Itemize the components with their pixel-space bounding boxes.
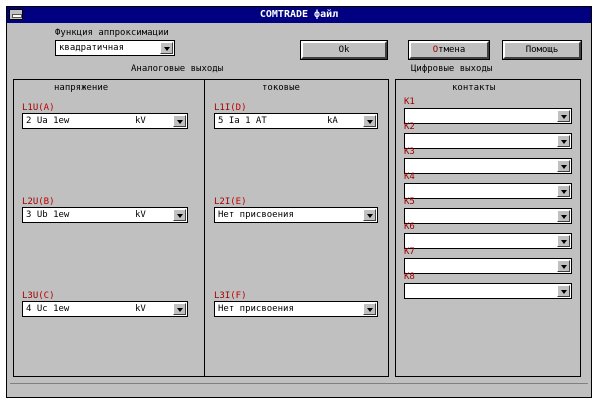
comtrade-dialog: COMTRADE файл Функция аппроксимации квад… bbox=[6, 6, 592, 398]
digital-outputs-heading: Цифровые выходы bbox=[411, 64, 493, 74]
l2u-value: 3 Ub 1ew bbox=[26, 210, 70, 220]
l1u-value: 2 Ua 1ew bbox=[26, 116, 70, 126]
status-bar bbox=[10, 383, 588, 395]
channel-label-l3u: L3U(C) bbox=[22, 291, 55, 301]
l1u-dropdown-icon[interactable] bbox=[173, 115, 186, 127]
channel-name: L2U bbox=[22, 197, 39, 207]
current-column-header: токовые bbox=[262, 83, 300, 93]
k3-select[interactable] bbox=[404, 158, 572, 174]
l3u-select[interactable]: 4 Uc 1ew kV bbox=[22, 301, 188, 317]
k1-select[interactable] bbox=[404, 108, 572, 124]
cancel-button[interactable]: Отмена bbox=[408, 40, 490, 60]
channel-key: (D) bbox=[230, 103, 247, 113]
l3i-value: Нет присвоения bbox=[218, 304, 294, 314]
ok-button[interactable]: Ok bbox=[300, 40, 388, 60]
l2i-select[interactable]: Нет присвоения bbox=[214, 207, 378, 223]
channel-name: L3U bbox=[22, 291, 39, 301]
k8-dropdown-icon[interactable] bbox=[557, 285, 570, 297]
channel-label-k8: K8 bbox=[404, 272, 415, 282]
l1i-dropdown-icon[interactable] bbox=[363, 115, 376, 127]
k5-select[interactable] bbox=[404, 208, 572, 224]
l1i-value: 5 Ia 1 AT bbox=[218, 116, 267, 126]
approx-label: Функция аппроксимации bbox=[55, 28, 169, 38]
window-title: COMTRADE файл bbox=[259, 9, 339, 20]
k6-select[interactable] bbox=[404, 233, 572, 249]
channel-label-k3: K3 bbox=[404, 147, 415, 157]
channel-label-k5: K5 bbox=[404, 197, 415, 207]
channel-label-k1: K1 bbox=[404, 97, 415, 107]
channel-label-k2: K2 bbox=[404, 122, 415, 132]
k2-select[interactable] bbox=[404, 133, 572, 149]
channel-name: L1I bbox=[214, 103, 231, 113]
approx-dropdown-icon[interactable] bbox=[160, 42, 173, 54]
l2u-dropdown-icon[interactable] bbox=[173, 209, 186, 221]
channel-name: L1U bbox=[22, 103, 39, 113]
channel-label-k7: K7 bbox=[404, 247, 415, 257]
k8-select[interactable] bbox=[404, 283, 572, 299]
system-menu-icon[interactable] bbox=[9, 9, 23, 20]
help-button-label: Помощь bbox=[525, 45, 559, 55]
k2-dropdown-icon[interactable] bbox=[557, 135, 570, 147]
channel-label-k6: K6 bbox=[404, 222, 415, 232]
channel-key: (A) bbox=[38, 103, 55, 113]
k7-select[interactable] bbox=[404, 258, 572, 274]
analog-outputs-heading: Аналоговые выходы bbox=[131, 64, 224, 74]
l3u-unit: kV bbox=[135, 304, 146, 314]
voltage-column-header: напряжение bbox=[54, 83, 109, 93]
channel-key: (C) bbox=[38, 291, 55, 301]
digital-outputs-panel: контакты K1 K2 K3 K4 K5 K6 K7 K8 bbox=[395, 79, 581, 377]
channel-key: (B) bbox=[38, 197, 55, 207]
l3i-dropdown-icon[interactable] bbox=[363, 303, 376, 315]
l1u-select[interactable]: 2 Ua 1ew kV bbox=[22, 113, 188, 129]
l3u-value: 4 Uc 1ew bbox=[26, 304, 70, 314]
channel-label-l1u: L1U(A) bbox=[22, 103, 55, 113]
l3u-dropdown-icon[interactable] bbox=[173, 303, 186, 315]
approx-value: квадратичная bbox=[59, 43, 125, 53]
k4-dropdown-icon[interactable] bbox=[557, 185, 570, 197]
contacts-column-header: контакты bbox=[452, 83, 496, 93]
ok-button-label: Ok bbox=[338, 45, 350, 55]
cancel-button-label: тмена bbox=[438, 45, 466, 55]
l1i-select[interactable]: 5 Ia 1 AT kA bbox=[214, 113, 378, 129]
channel-label-k4: K4 bbox=[404, 172, 415, 182]
channel-name: L3I bbox=[214, 291, 231, 301]
analog-outputs-panel: напряжение токовые L1U(A) 2 Ua 1ew kV L2… bbox=[13, 79, 389, 377]
k7-dropdown-icon[interactable] bbox=[557, 260, 570, 272]
k5-dropdown-icon[interactable] bbox=[557, 210, 570, 222]
column-divider bbox=[204, 80, 205, 376]
l2u-select[interactable]: 3 Ub 1ew kV bbox=[22, 207, 188, 223]
l1i-unit: kA bbox=[327, 116, 338, 126]
help-button[interactable]: Помощь bbox=[502, 40, 582, 60]
title-bar: COMTRADE файл bbox=[7, 7, 591, 23]
k1-dropdown-icon[interactable] bbox=[557, 110, 570, 122]
channel-key: (E) bbox=[230, 197, 247, 207]
l3i-select[interactable]: Нет присвоения bbox=[214, 301, 378, 317]
channel-key: (F) bbox=[230, 291, 247, 301]
channel-name: L2I bbox=[214, 197, 231, 207]
k6-dropdown-icon[interactable] bbox=[557, 235, 570, 247]
channel-label-l2i: L2I(E) bbox=[214, 197, 247, 207]
channel-label-l2u: L2U(B) bbox=[22, 197, 55, 207]
k4-select[interactable] bbox=[404, 183, 572, 199]
l2u-unit: kV bbox=[135, 210, 146, 220]
l2i-value: Нет присвоения bbox=[218, 210, 294, 220]
k3-dropdown-icon[interactable] bbox=[557, 160, 570, 172]
channel-label-l1i: L1I(D) bbox=[214, 103, 247, 113]
approx-select[interactable]: квадратичная bbox=[55, 40, 175, 56]
channel-label-l3i: L3I(F) bbox=[214, 291, 247, 301]
l2i-dropdown-icon[interactable] bbox=[363, 209, 376, 221]
l1u-unit: kV bbox=[135, 116, 146, 126]
